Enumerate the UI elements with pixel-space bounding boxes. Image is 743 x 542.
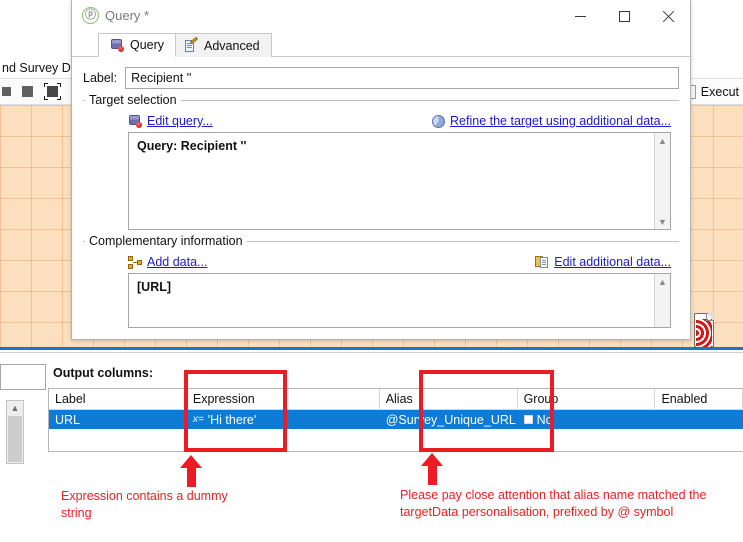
- alias-highlight: [419, 370, 554, 452]
- scrollbar-thumb[interactable]: [8, 416, 22, 462]
- square-medium-icon[interactable]: [22, 86, 33, 97]
- column-header-enabled[interactable]: Enabled: [655, 389, 743, 409]
- nodes-icon: [128, 255, 142, 269]
- dialog-titlebar[interactable]: ⓟ Query *: [72, 0, 690, 32]
- complementary-information-title: Complementary information: [85, 234, 247, 248]
- left-side-scrollbar[interactable]: ▲: [6, 400, 24, 464]
- query-listbox[interactable]: Query: Recipient '' ▲ ▼: [128, 132, 671, 230]
- query-text: Query: Recipient '': [137, 139, 247, 153]
- target-selection-links: Edit query... Refine the target using ad…: [83, 108, 679, 132]
- tab-query-label: Query: [130, 38, 165, 52]
- canvas-bottom-divider: [0, 347, 743, 350]
- dialog-body: Label: Target selection Edit query... Re…: [72, 57, 690, 328]
- edit-additional-data-link-wrap[interactable]: Edit additional data...: [535, 255, 671, 269]
- database-icon: [110, 38, 124, 52]
- screenshot-root: nd Survey Dec Execut ⓟ Query * Query Adv…: [0, 0, 743, 542]
- pie-chart-icon: [432, 114, 446, 128]
- query-listbox-scrollbar[interactable]: ▲ ▼: [654, 133, 670, 229]
- add-data-link[interactable]: Add data...: [147, 255, 207, 269]
- add-data-link-wrap[interactable]: Add data...: [128, 255, 207, 269]
- tab-advanced-label: Advanced: [204, 38, 260, 53]
- target-selection-title: Target selection: [85, 93, 181, 107]
- additional-data-scrollbar[interactable]: ▲: [654, 274, 670, 327]
- complementary-information-group: Complementary information Add data... Ed…: [83, 234, 679, 328]
- output-columns-table: Label Expression Alias Group Enabled URL…: [48, 388, 743, 452]
- tab-query[interactable]: Query: [98, 33, 177, 57]
- dialog-tabstrip: Query Advanced: [72, 33, 692, 57]
- cell-enabled: [656, 410, 743, 429]
- query-app-icon: ⓟ: [82, 7, 99, 24]
- expression-highlight: [184, 370, 287, 452]
- scroll-down-icon[interactable]: ▼: [655, 214, 670, 229]
- scroll-up-icon[interactable]: ▲: [7, 401, 23, 415]
- expression-annotation-note: Expression contains a dummy string: [61, 489, 228, 520]
- table-empty-area: [49, 429, 743, 451]
- additional-data-listbox[interactable]: [URL] ▲: [128, 273, 671, 328]
- window-buttons: [558, 0, 690, 32]
- minimize-icon[interactable]: [558, 0, 602, 32]
- select-frame-icon[interactable]: [44, 83, 61, 100]
- edit-additional-data-link[interactable]: Edit additional data...: [554, 255, 671, 269]
- cell-label: URL: [55, 412, 81, 427]
- output-columns-title: Output columns:: [53, 366, 153, 380]
- copy-document-icon: [535, 255, 549, 269]
- tab-advanced[interactable]: Advanced: [172, 33, 272, 57]
- background-toolbar-icon-group: [2, 83, 76, 100]
- maximize-icon[interactable]: [602, 0, 646, 32]
- column-header-label[interactable]: Label: [49, 389, 187, 409]
- additional-data-text: [URL]: [137, 280, 172, 294]
- edit-query-link[interactable]: Edit query...: [147, 114, 213, 128]
- dialog-title: Query *: [105, 8, 150, 23]
- table-row[interactable]: URL x= 'Hi there' @Survey_Unique_URL No: [49, 410, 743, 429]
- document-pencil-icon: [184, 36, 199, 53]
- scroll-up-icon[interactable]: ▲: [655, 133, 670, 148]
- refine-target-link-wrap[interactable]: Refine the target using additional data.…: [432, 114, 671, 128]
- edit-query-link-wrap[interactable]: Edit query...: [128, 114, 213, 128]
- execute-button-label: Execut: [700, 85, 739, 99]
- left-side-input[interactable]: [0, 364, 46, 390]
- query-dialog: ⓟ Query * Query Advanced Label: Recipien…: [71, 0, 692, 340]
- red-delivery-icon[interactable]: [694, 313, 714, 347]
- label-field-caption: Label:: [83, 71, 118, 85]
- refine-target-link[interactable]: Refine the target using additional data.…: [450, 114, 671, 128]
- label-field-row: Label:: [83, 67, 679, 89]
- scroll-up-icon[interactable]: ▲: [655, 274, 670, 289]
- square-small-icon[interactable]: [2, 87, 11, 96]
- close-icon[interactable]: [646, 0, 690, 32]
- target-selection-group: Target selection Edit query... Refine th…: [83, 93, 679, 230]
- label-input[interactable]: [125, 67, 679, 89]
- alias-annotation-note: Please pay close attention that alias na…: [400, 488, 707, 519]
- output-columns-header-row: Label Expression Alias Group Enabled: [49, 389, 743, 410]
- database-icon: [128, 114, 142, 128]
- complementary-information-links: Add data... Edit additional data...: [83, 249, 679, 273]
